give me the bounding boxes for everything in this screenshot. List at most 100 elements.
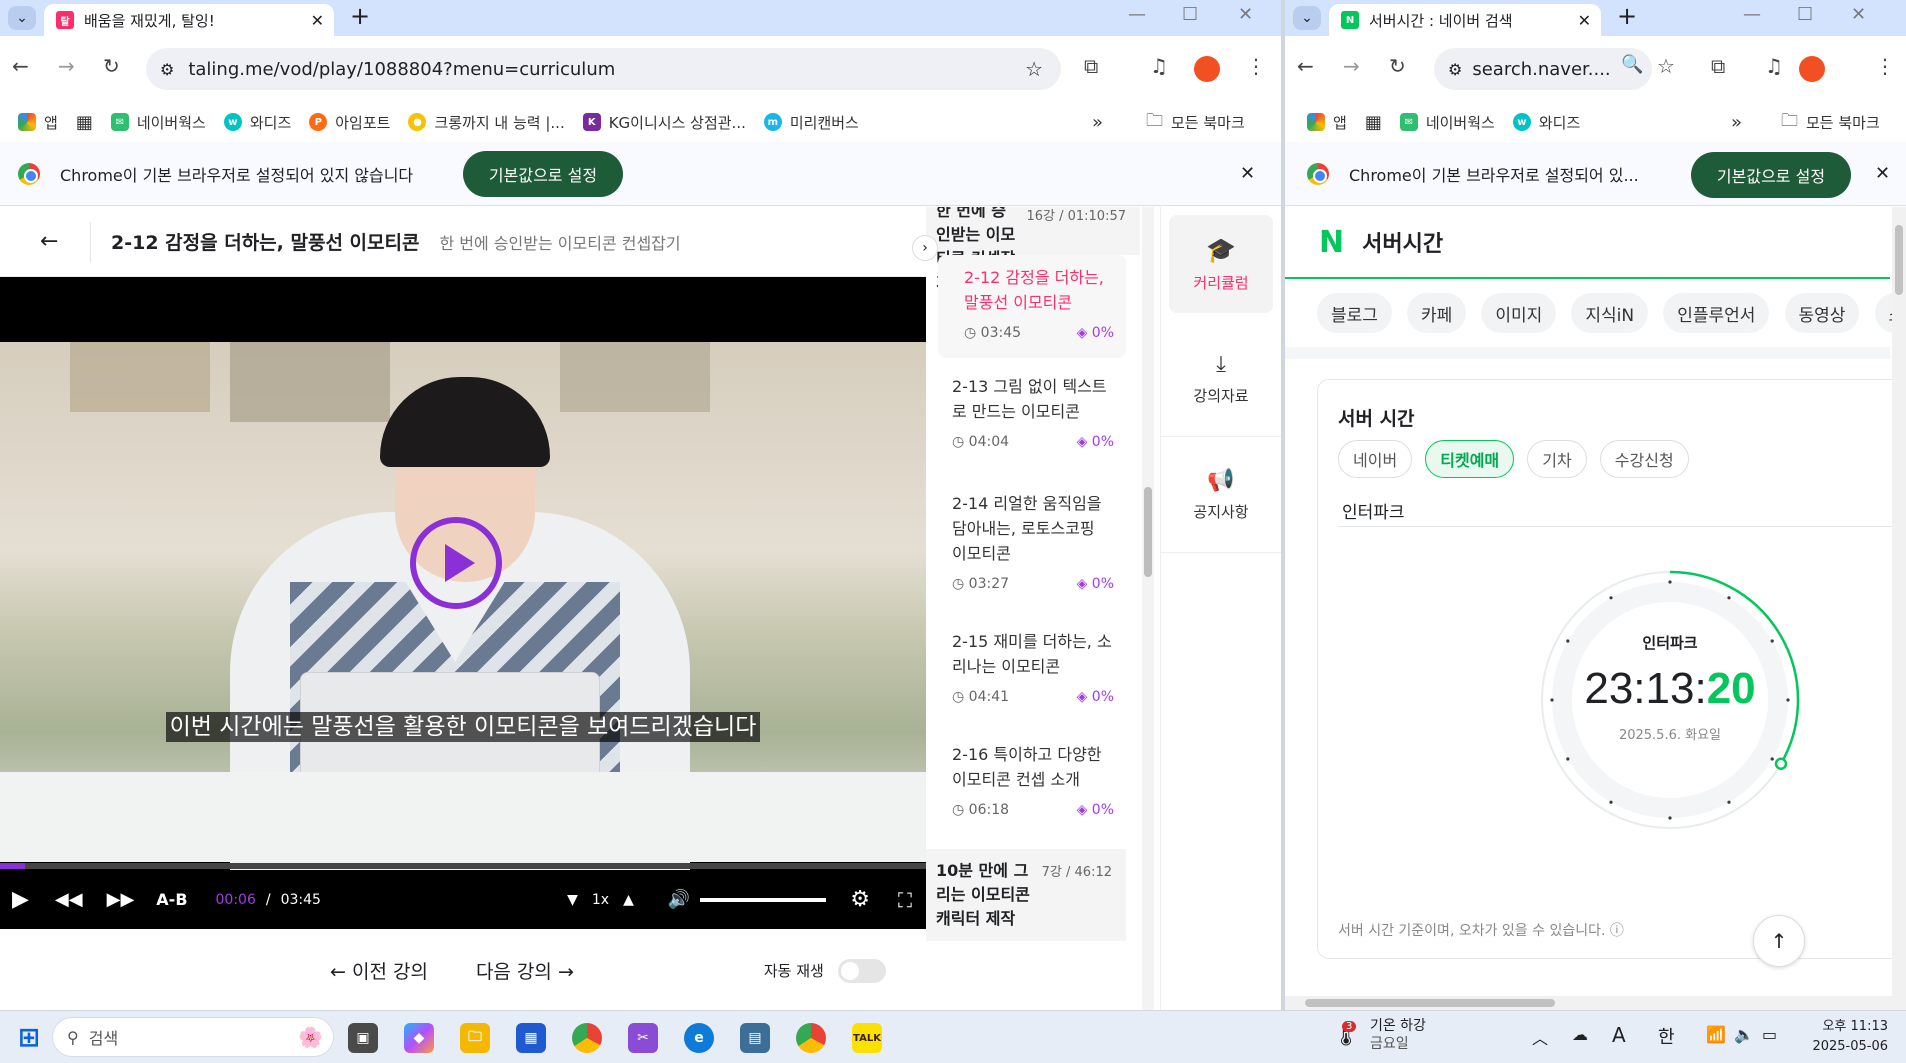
tab-active[interactable]: N 서버시간 : 네이버 검색 ✕ — [1329, 4, 1601, 36]
bookmarks-overflow-button[interactable]: » — [1092, 112, 1103, 133]
settings-gear-icon[interactable]: ⚙ — [850, 887, 870, 912]
new-tab-button[interactable]: + — [350, 2, 370, 30]
bookmark-wadiz[interactable]: w 와디즈 — [1512, 112, 1580, 133]
edge-icon[interactable]: e — [684, 1023, 714, 1053]
tab-materials[interactable]: ⤓ 강의자료 — [1161, 321, 1281, 437]
profile-avatar[interactable] — [1799, 56, 1825, 82]
filter-naver[interactable]: 네이버 — [1338, 440, 1413, 478]
chevron-right-icon[interactable]: › — [912, 235, 938, 261]
new-tab-button[interactable]: + — [1617, 2, 1637, 30]
taskbar-search[interactable]: ⚲ 검색 🌸 — [52, 1017, 334, 1057]
battery-icon[interactable]: ▭ — [1762, 1025, 1777, 1044]
menu-icon[interactable]: ⋮ — [1875, 54, 1895, 78]
chevron-up-icon[interactable]: ︿ — [1532, 1025, 1548, 1049]
close-infobar-icon[interactable]: ✕ — [1240, 163, 1255, 184]
site-info-icon[interactable]: ⚙ — [160, 60, 174, 79]
back-icon[interactable]: ← — [12, 54, 29, 78]
bookmark-wadiz[interactable]: w 와디즈 — [223, 112, 291, 133]
bookmark-apps[interactable]: 앱 — [1307, 112, 1347, 133]
section-header[interactable]: 한 번에 승인받는 이모티콘 컨셉잡기 16강 / 01:10:57 — [926, 207, 1140, 292]
filter-train[interactable]: 기차 — [1527, 440, 1587, 478]
close-tab-icon[interactable]: ✕ — [1578, 11, 1591, 30]
cloud-sync-icon[interactable]: ☁ — [1572, 1025, 1588, 1044]
minimize-button[interactable]: — — [1743, 4, 1761, 25]
minimize-button[interactable]: — — [1128, 4, 1146, 25]
ime-language-indicator[interactable]: 한 — [1658, 1023, 1675, 1049]
play-overlay-button[interactable] — [410, 517, 502, 609]
play-button[interactable]: ▶ — [12, 887, 29, 912]
prev-lecture-button[interactable]: ← 이전 강의 — [330, 957, 428, 984]
reload-icon[interactable]: ↻ — [103, 54, 120, 78]
volume-icon[interactable]: 🔊 — [668, 889, 690, 910]
media-control-icon[interactable]: ♫ — [1150, 54, 1168, 78]
horizontal-scrollbar[interactable] — [1285, 996, 1892, 1010]
tab-groups-icon[interactable]: ▦ — [1365, 112, 1382, 133]
filter-ticket[interactable]: 티켓예매 — [1425, 440, 1515, 478]
speed-up-icon[interactable]: ▲ — [623, 892, 634, 908]
naver-logo[interactable]: N — [1319, 225, 1344, 260]
video-player[interactable]: 이번 시간에는 말풍선을 활용한 이모티콘을 보여드리겠습니다 ▶ ◀◀ ▶▶ … — [0, 277, 926, 929]
system-clock[interactable]: 오후 11:13 2025-05-06 — [1804, 1017, 1888, 1057]
tab-curriculum[interactable]: 🎓 커리큘럼 — [1169, 215, 1273, 313]
fast-forward-icon[interactable]: ▶▶ — [107, 889, 135, 910]
bookmark-star-icon[interactable]: ☆ — [1657, 54, 1675, 78]
forward-icon[interactable]: → — [58, 54, 75, 78]
lecture-item-active[interactable]: 2-12 감정을 더하는, 말풍선 이모티콘 ◷ 03:45 ◈ 0% — [938, 255, 1126, 358]
address-bar[interactable]: ⚙ search.naver.... — [1434, 48, 1652, 90]
next-lecture-button[interactable]: 다음 강의 → — [476, 957, 574, 984]
section-header-next[interactable]: 10분 만에 그리는 이모티콘 캐릭터 제작 7강 / 46:12 — [926, 849, 1126, 941]
rewind-icon[interactable]: ◀◀ — [55, 889, 83, 910]
set-default-button[interactable]: 기본값으로 설정 — [1691, 152, 1851, 198]
ime-mode-indicator[interactable]: A — [1612, 1023, 1626, 1047]
close-window-button[interactable]: ✕ — [1238, 4, 1253, 25]
tab-active[interactable]: 탈 배움을 재밌게, 탈잉! ✕ — [44, 4, 334, 36]
windows-start-icon[interactable]: ⊞ — [14, 1023, 44, 1053]
bookmark-iamport[interactable]: P 아임포트 — [309, 112, 390, 133]
task-view-icon[interactable]: ▣ — [348, 1023, 378, 1053]
reload-icon[interactable]: ↻ — [1389, 54, 1406, 78]
store-icon[interactable]: ▦ — [516, 1023, 546, 1053]
media-control-icon[interactable]: ♫ — [1765, 54, 1783, 78]
lecture-item[interactable]: 2-16 특이하고 다양한 이모티콘 컨셉 소개 ◷ 06:18 ◈ 0% — [926, 732, 1126, 835]
zoom-icon[interactable]: 🔍 — [1621, 54, 1643, 75]
tab-blog[interactable]: 블로그 — [1317, 293, 1392, 333]
tab-kin[interactable]: 지식iN — [1571, 293, 1649, 333]
maximize-button[interactable]: ☐ — [1797, 4, 1813, 25]
address-bar[interactable]: ⚙ taling.me/vod/play/1088804?menu=curric… — [146, 48, 1061, 90]
chrome-taskbar-icon[interactable] — [572, 1023, 602, 1053]
all-bookmarks-button[interactable]: 🗀 모든 북마크 — [1146, 108, 1245, 137]
bookmark-crong[interactable]: ● 크롱까지 내 능력 |... — [408, 112, 565, 133]
extensions-icon[interactable]: ⧉ — [1711, 54, 1725, 78]
maximize-button[interactable]: ☐ — [1182, 4, 1198, 25]
close-tab-icon[interactable]: ✕ — [311, 11, 324, 30]
file-explorer-icon[interactable]: 🗀 — [460, 1023, 490, 1053]
set-default-button[interactable]: 기본값으로 설정 — [463, 151, 623, 197]
weather-widget[interactable]: 🌡 3 기온 하강 금요일 — [1332, 1017, 1426, 1053]
lecture-item[interactable]: 2-13 그림 없이 텍스트로 만드는 이모티콘 ◷ 04:04 ◈ 0% — [926, 364, 1126, 467]
chrome-profile-taskbar-icon[interactable] — [796, 1023, 826, 1053]
extensions-icon[interactable]: ⧉ — [1084, 54, 1098, 78]
back-arrow-icon[interactable]: ← — [40, 229, 90, 254]
bookmark-miricanvas[interactable]: m 미리캔버스 — [763, 112, 859, 133]
close-window-button[interactable]: ✕ — [1851, 4, 1866, 25]
wifi-icon[interactable]: 📶 — [1706, 1025, 1726, 1044]
tab-search-button[interactable]: ⌄ — [8, 6, 36, 30]
tab-notice[interactable]: 📢 공지사항 — [1161, 437, 1281, 553]
ab-repeat-button[interactable]: A-B — [156, 890, 187, 909]
all-bookmarks-button[interactable]: 🗀 모든 북마크 — [1781, 108, 1880, 137]
back-icon[interactable]: ← — [1297, 54, 1314, 78]
calculator-icon[interactable]: ▤ — [740, 1023, 770, 1053]
lecture-item[interactable]: 2-15 재미를 더하는, 소리나는 이모티콘 ◷ 04:41 ◈ 0% — [926, 619, 1126, 722]
speed-down-icon[interactable]: ▼ — [567, 892, 578, 908]
bookmark-kg-inicis[interactable]: K KG이니시스 상점관... — [582, 112, 746, 133]
tab-groups-icon[interactable]: ▦ — [76, 112, 93, 133]
panel-scrollbar[interactable] — [1142, 207, 1154, 1010]
volume-slider[interactable] — [700, 897, 827, 902]
filter-course[interactable]: 수강신청 — [1599, 440, 1689, 478]
bookmark-naverworks[interactable]: ✉ 네이버웍스 — [1399, 112, 1495, 133]
profile-avatar[interactable] — [1194, 56, 1220, 82]
copilot-icon[interactable]: ◆ — [404, 1023, 434, 1053]
bookmark-naverworks[interactable]: ✉ 네이버웍스 — [110, 112, 206, 133]
progress-bar[interactable] — [0, 863, 926, 869]
lecture-item[interactable]: 2-14 리얼한 움직임을 담아내는, 로토스코핑 이모티콘 ◷ 03:27 ◈ … — [926, 481, 1126, 609]
